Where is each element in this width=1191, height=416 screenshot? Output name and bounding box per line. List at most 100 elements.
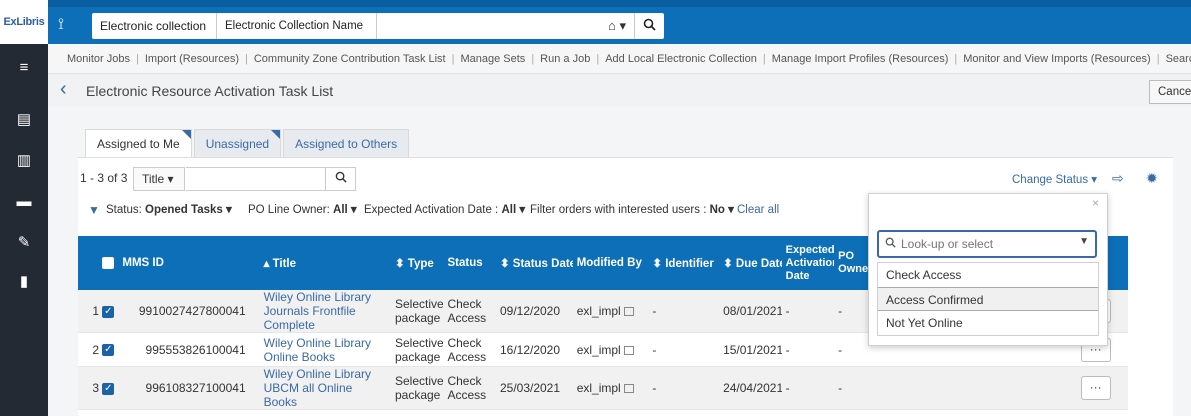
list-icon[interactable]: ▤ (12, 110, 36, 130)
col-identifier[interactable]: ⬍ Identifier (648, 236, 720, 290)
nav-link[interactable]: Run a Job (540, 53, 590, 65)
archive-icon[interactable]: ▬ (12, 192, 36, 212)
col-title[interactable]: ▴ Title (249, 236, 391, 290)
title-link[interactable]: Wiley Online Library UBCM all Online Boo… (264, 367, 371, 409)
search-button[interactable] (634, 13, 664, 39)
status-date-cell: 25/03/2021 (495, 366, 573, 410)
row-select-cell: 2 ✓ (78, 332, 119, 367)
identifier-cell: - (648, 290, 720, 333)
starred-menu-icon[interactable]: ≡ (12, 58, 36, 78)
select-all-checkbox[interactable] (102, 256, 115, 269)
option-check-access[interactable]: Check Access (878, 263, 1098, 287)
gear-icon[interactable]: ✹ (1146, 170, 1158, 187)
title-cell: Wiley Online Library UBCM all Online Boo… (249, 366, 391, 410)
nav-link[interactable]: Import (Resources) (145, 53, 239, 65)
modified-by-text: exl_impl (576, 304, 621, 318)
title-link[interactable]: Wiley Online Library Journals Frontfile … (264, 290, 371, 332)
type-cell: Selective package (390, 290, 444, 333)
tab-assigned-to-me[interactable]: Assigned to Me (85, 129, 192, 158)
title-filter-input[interactable] (186, 167, 326, 191)
row-select-cell: 3 ✓ (78, 366, 119, 410)
mms-id-cell: 996108327100041 (118, 366, 250, 410)
change-status-button[interactable]: Change Status ▾ (1012, 172, 1097, 186)
filter-label: Expected Activation Date : (364, 204, 499, 216)
persistent-search-icon[interactable]: ⟟ (58, 16, 64, 34)
interested-users-filter[interactable]: Filter orders with interested users : No… (530, 198, 734, 222)
search-input[interactable] (377, 13, 600, 39)
expected-date-filter[interactable]: Expected Activation Date : All ▾ (364, 198, 525, 222)
col-status-date[interactable]: ⬍ Status Date (495, 236, 573, 290)
modified-by-text: exl_impl (576, 342, 621, 357)
status-lookup-input[interactable] (899, 235, 1069, 253)
modified-by-cell: exl_impl (572, 290, 649, 333)
nav-link[interactable]: Monitor and View Imports (Resources) (963, 53, 1150, 65)
filter-funnel-icon: ▼ (88, 203, 100, 217)
status-cell: Check Access (443, 290, 496, 333)
nav-link[interactable]: Monitor Jobs (67, 53, 130, 65)
nav-link[interactable]: Manage Import Profiles (Resources) (772, 53, 949, 65)
search-field-select[interactable]: Electronic Collection Name ▾ (217, 13, 377, 58)
col-type[interactable]: ⬍ Type (390, 236, 444, 290)
row-checkbox[interactable]: ✓ (102, 382, 115, 395)
status-options-list: Check Access Access Confirmed Not Yet On… (877, 262, 1099, 336)
title-cell: Wiley Online Library Journals Frontfile … (249, 290, 391, 333)
option-not-yet-online[interactable]: Not Yet Online (878, 311, 1098, 335)
col-status[interactable]: Status (443, 236, 496, 290)
due-date-cell: 24/04/2021 (719, 366, 782, 410)
status-date-cell: 16/12/2020 (495, 332, 573, 367)
search-bar: Electronic collection ▾ Electronic Colle… (92, 13, 664, 59)
nav-separator: | (244, 53, 248, 65)
po-owner-cell: - (834, 366, 877, 410)
option-access-confirmed[interactable]: Access Confirmed (878, 287, 1098, 311)
chevron-down-icon[interactable]: ▼ (1079, 236, 1089, 247)
blank-cell (951, 366, 1008, 410)
nav-link[interactable]: Add Local Electronic Collection (605, 53, 757, 65)
actions-cell: ··· (1063, 366, 1128, 410)
user-card-icon[interactable] (623, 345, 634, 355)
nav-link[interactable]: Search Re (1166, 53, 1191, 65)
tab-label: Unassigned (205, 137, 270, 151)
search-type-select[interactable]: Electronic collection ▾ (92, 13, 217, 59)
table-row[interactable]: 3 ✓ 996108327100041 Wiley Online Library U… (78, 366, 1128, 410)
close-icon[interactable]: × (1092, 196, 1099, 210)
status-cell: Check Access (443, 332, 496, 367)
nav-separator: | (954, 53, 958, 65)
row-number: 1 (92, 304, 100, 318)
user-card-icon[interactable] (623, 384, 634, 394)
expected-activation-cell: - (781, 290, 835, 333)
status-date-cell: 09/12/2020 (495, 290, 573, 333)
col-due-date[interactable]: ⬍ Due Date (719, 236, 782, 290)
cancel-button[interactable]: Cance (1149, 80, 1191, 104)
nav-link[interactable]: Manage Sets (460, 53, 525, 65)
row-actions-button[interactable]: ··· (1080, 376, 1111, 400)
row-select-cell: 1 ✓ (78, 290, 119, 333)
clear-all-link[interactable]: Clear all (737, 198, 779, 222)
page-title: Electronic Resource Activation Task List (86, 83, 334, 99)
status-filter[interactable]: Status: Opened Tasks ▾ (106, 198, 232, 222)
nav-link[interactable]: Community Zone Contribution Task List (254, 53, 446, 65)
title-link[interactable]: Wiley Online Library Online Books (264, 336, 371, 364)
po-owner-filter[interactable]: PO Line Owner: All ▾ (248, 198, 357, 222)
analytics-icon[interactable]: ▮ (12, 272, 36, 292)
back-arrow-icon[interactable]: ‹ (60, 78, 67, 101)
nav-separator: | (531, 53, 535, 65)
select-all-header[interactable] (78, 236, 119, 290)
library-icon[interactable]: ▥ (12, 151, 36, 171)
filter-value: Opened Tasks ▾ (145, 204, 232, 216)
exlibris-logo: ExLibris (0, 0, 48, 44)
col-modified-by[interactable]: Modified By (572, 236, 649, 290)
home-dropdown-icon[interactable]: ⌂ ▾ (600, 13, 634, 39)
user-card-icon[interactable] (623, 307, 634, 317)
row-checkbox[interactable]: ✓ (102, 305, 115, 318)
nav-separator: | (135, 53, 139, 65)
row-checkbox[interactable]: ✓ (102, 344, 115, 357)
tab-assigned-to-others[interactable]: Assigned to Others (283, 129, 410, 157)
title-filter-select[interactable]: Title ▾ (133, 167, 185, 191)
tab-unassigned[interactable]: Unassigned (193, 129, 282, 157)
status-lookup-field[interactable]: ▼ (877, 230, 1097, 258)
col-mms-id[interactable]: MMS ID (118, 236, 250, 290)
export-icon[interactable]: ⇨ (1112, 170, 1124, 187)
title-search-button[interactable] (326, 167, 356, 191)
pin-icon[interactable]: ✎ (12, 233, 36, 253)
col-expected-activation[interactable]: Expected Activation Date (781, 236, 835, 290)
